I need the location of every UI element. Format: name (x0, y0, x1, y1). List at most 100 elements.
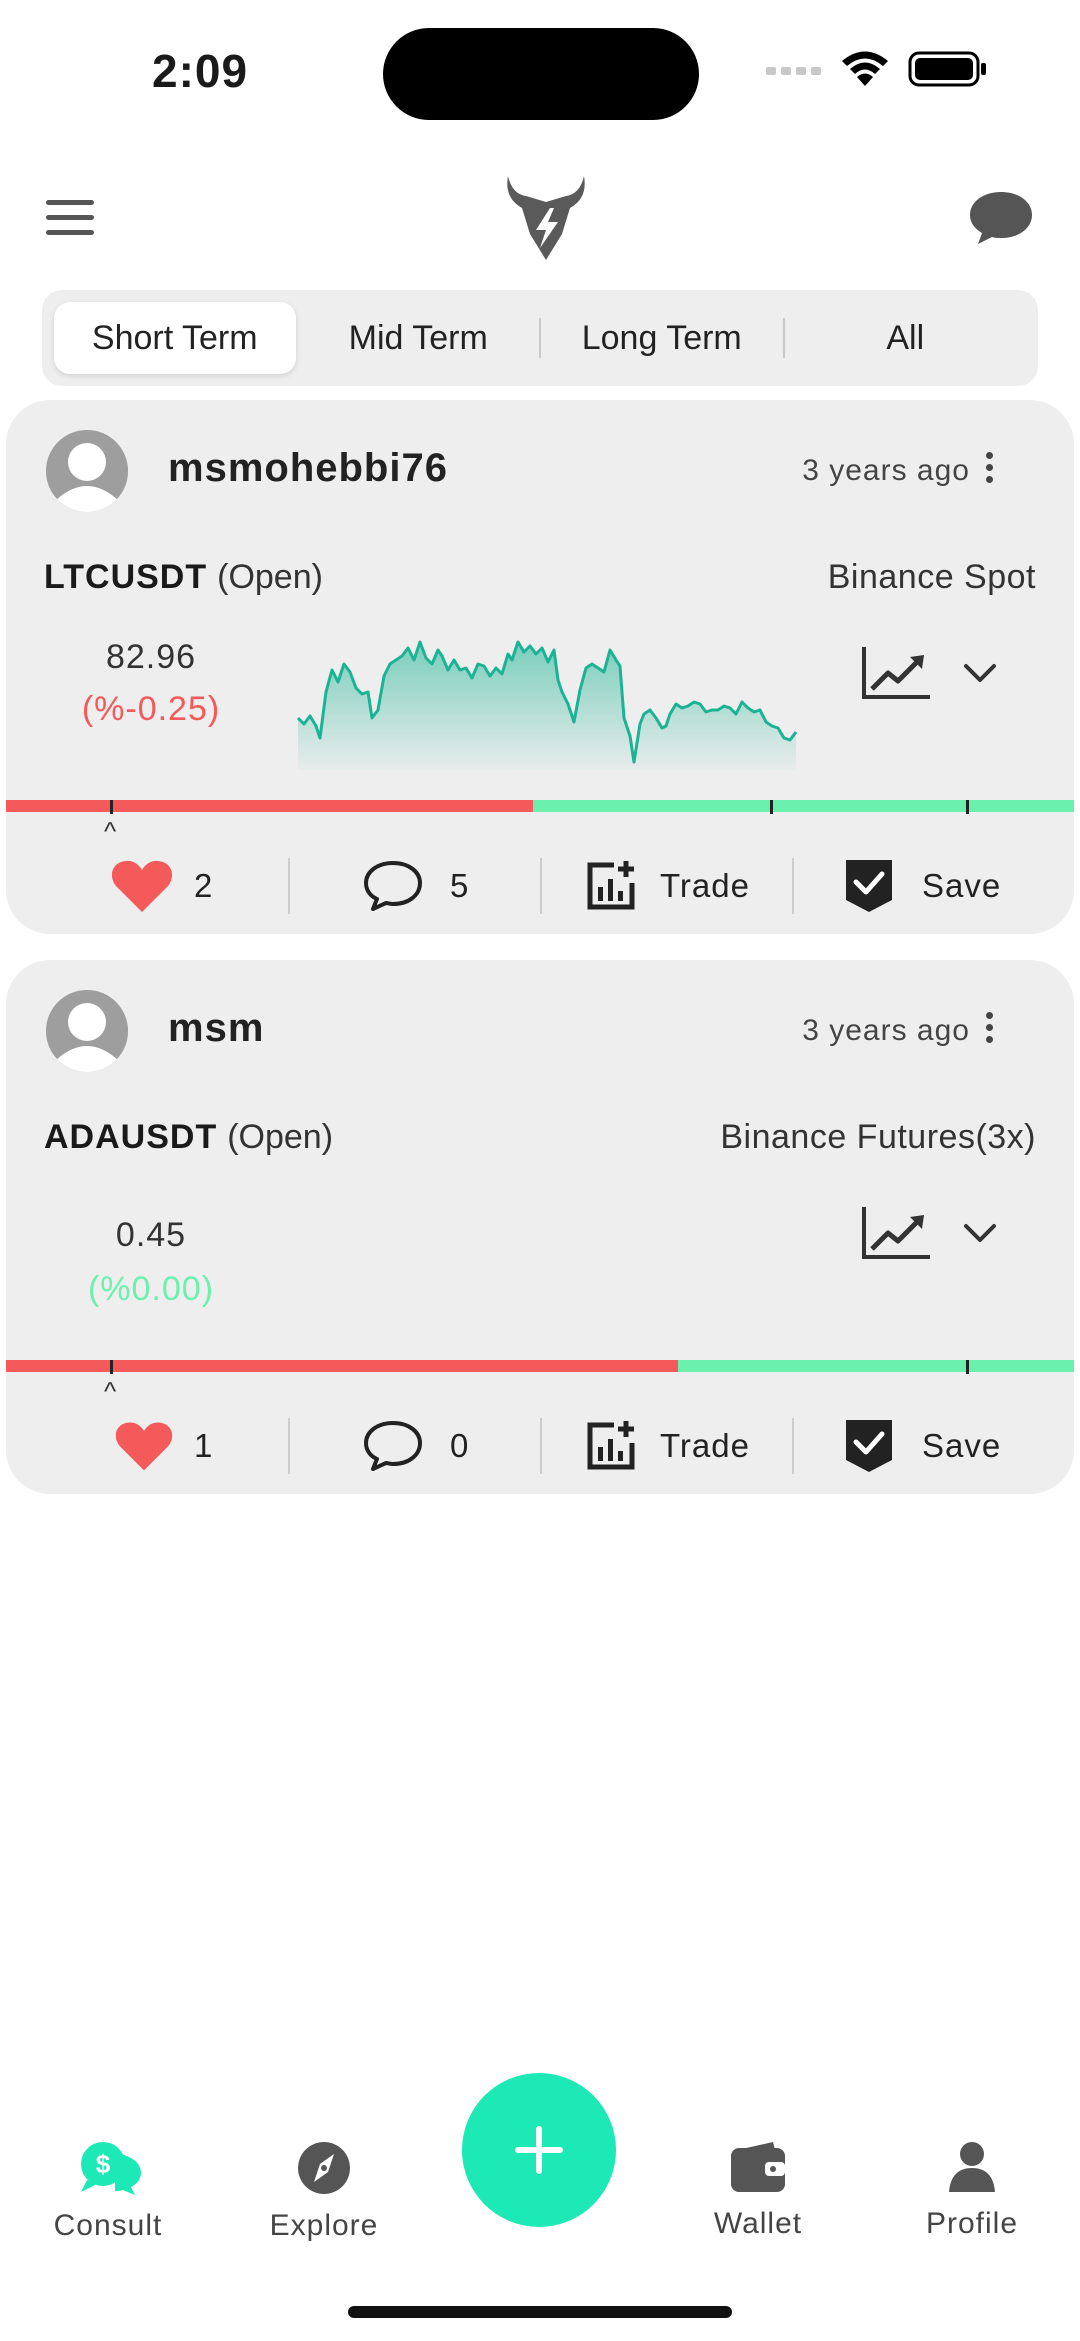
pair-state: (Open) (217, 558, 323, 596)
price-value: 82.96 (105, 638, 197, 676)
add-post-button[interactable] (462, 2073, 616, 2227)
tab-short-term[interactable]: Short Term (54, 302, 296, 374)
avatar[interactable] (46, 990, 128, 1072)
comment-icon (364, 1421, 422, 1471)
line-chart-icon[interactable] (860, 1205, 932, 1261)
like-button[interactable]: 1 (114, 1419, 213, 1473)
price-value: 0.45 (115, 1216, 187, 1254)
cellular-signal-icon (766, 67, 821, 75)
nav-consult[interactable]: $ Consult (28, 2140, 188, 2243)
add-chart-icon (587, 861, 635, 910)
bull-logo-icon (507, 176, 585, 260)
trading-pair: ADAUSDT (Open) (44, 1118, 333, 1157)
chat-bubble-icon[interactable] (968, 188, 1034, 248)
nav-profile[interactable]: Profile (892, 2140, 1052, 2241)
action-divider (792, 858, 794, 914)
user-avatar-icon (46, 430, 128, 512)
bottom-navigation: $ Consult Explore Wallet Profile (0, 2060, 1080, 2260)
compass-icon (298, 2142, 350, 2194)
pair-symbol: ADAUSDT (44, 1118, 218, 1156)
range-bar-positive (678, 1360, 1074, 1372)
price-change: (%-0.25) (81, 690, 221, 728)
post-time: 3 years ago (802, 454, 970, 487)
more-options-icon[interactable] (986, 452, 996, 488)
sparkline-chart (296, 640, 798, 770)
status-bar: 2:09 (0, 0, 1080, 140)
comment-icon (364, 861, 422, 911)
like-count: 2 (194, 867, 214, 904)
range-tick (966, 1360, 969, 1374)
person-icon (949, 2142, 995, 2192)
price-change: (%0.00) (87, 1270, 215, 1308)
pair-state: (Open) (227, 1118, 334, 1156)
wallet-icon (731, 2142, 785, 2192)
tab-all[interactable]: All (785, 302, 1027, 374)
hamburger-menu-icon[interactable] (46, 200, 94, 236)
price-range-bar (6, 1360, 1074, 1372)
comment-button[interactable]: 5 (362, 859, 469, 913)
range-tick (966, 800, 969, 814)
save-button[interactable]: Save (844, 858, 1001, 914)
add-chart-icon (587, 1421, 635, 1470)
action-divider (540, 1418, 542, 1474)
chevron-down-icon[interactable] (960, 1218, 1000, 1248)
range-tick (110, 800, 113, 814)
trade-button[interactable]: Trade (584, 1419, 750, 1473)
nav-consult-label: Consult (53, 2209, 163, 2242)
trade-button[interactable]: Trade (584, 859, 750, 913)
nav-profile-label: Profile (925, 2207, 1019, 2240)
username[interactable]: msmohebbi76 (168, 446, 448, 491)
nav-explore[interactable]: Explore (244, 2140, 404, 2243)
range-bar-negative (6, 800, 533, 812)
save-label: Save (922, 867, 1002, 904)
heart-icon (111, 860, 173, 912)
save-button[interactable]: Save (844, 1418, 1001, 1474)
range-tick (110, 1360, 113, 1374)
trading-pair: LTCUSDT (Open) (44, 558, 323, 597)
bookmark-check-icon (846, 1420, 892, 1472)
trade-label: Trade (660, 1427, 750, 1464)
nav-wallet[interactable]: Wallet (678, 2140, 838, 2241)
tab-long-term[interactable]: Long Term (541, 302, 783, 374)
nav-explore-label: Explore (269, 2209, 379, 2242)
action-divider (792, 1418, 794, 1474)
term-filter-tabs: Short Term Mid Term Long Term All (42, 290, 1038, 386)
action-divider (288, 1418, 290, 1474)
dynamic-island (383, 28, 699, 120)
heart-icon (115, 1422, 173, 1471)
entry-caret: ^ (104, 816, 117, 846)
comment-button[interactable]: 0 (362, 1419, 469, 1473)
like-button[interactable]: 2 (110, 858, 213, 914)
tab-mid-term[interactable]: Mid Term (298, 302, 540, 374)
entry-caret: ^ (104, 1376, 117, 1406)
status-icons (766, 50, 988, 88)
action-divider (540, 858, 542, 914)
range-bar-positive (533, 800, 1074, 812)
save-label: Save (922, 1427, 1002, 1464)
wifi-icon (842, 51, 888, 86)
action-bar: 1 0 Trade Save (6, 1406, 1074, 1486)
user-avatar-icon (46, 990, 128, 1072)
line-chart-icon[interactable] (860, 645, 932, 701)
exchange-name: Binance Spot (827, 558, 1036, 596)
nav-wallet-label: Wallet (713, 2207, 803, 2240)
more-options-icon[interactable] (986, 1012, 996, 1048)
battery-icon (908, 51, 986, 87)
like-count: 1 (194, 1427, 214, 1464)
comment-count: 5 (450, 867, 470, 904)
trade-label: Trade (660, 867, 750, 904)
range-tick (770, 800, 773, 814)
home-indicator (348, 2306, 732, 2318)
username[interactable]: msm (168, 1006, 264, 1051)
consult-chat-icon: $ (81, 2142, 141, 2195)
comment-count: 0 (450, 1427, 470, 1464)
top-header (0, 160, 1080, 280)
status-time: 2:09 (152, 45, 249, 97)
post-time: 3 years ago (802, 1014, 970, 1047)
action-bar: 2 5 Trade Save (6, 846, 1074, 926)
signal-card[interactable]: msmohebbi76 3 years ago LTCUSDT (Open) Bi… (6, 400, 1074, 934)
action-divider (288, 858, 290, 914)
signal-card[interactable]: msm 3 years ago ADAUSDT (Open) Binance Fu… (6, 960, 1074, 1494)
avatar[interactable] (46, 430, 128, 512)
chevron-down-icon[interactable] (960, 658, 1000, 688)
